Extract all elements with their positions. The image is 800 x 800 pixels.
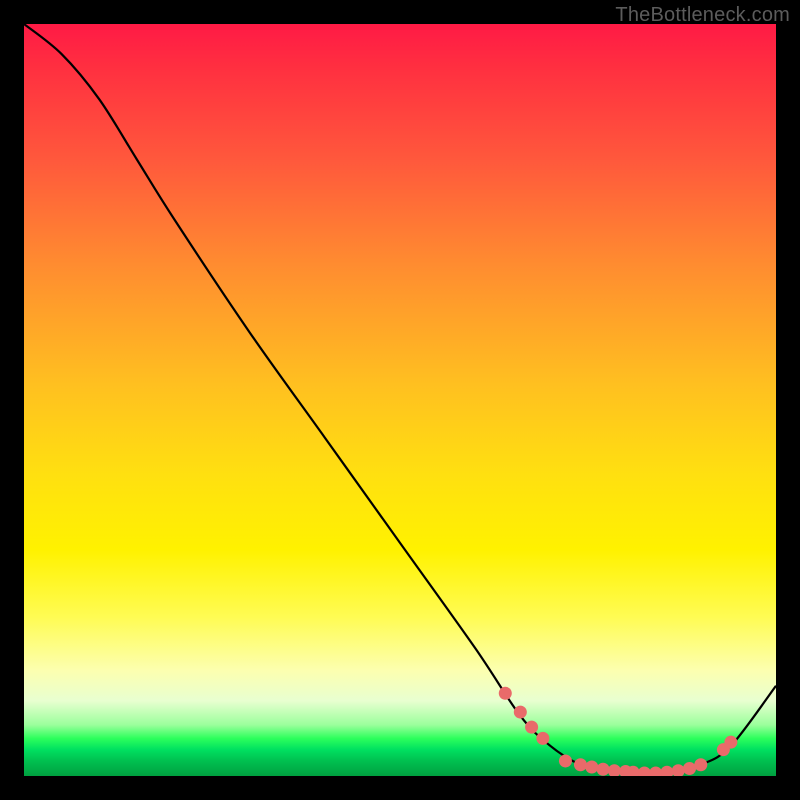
data-marker bbox=[514, 706, 527, 719]
data-marker bbox=[525, 721, 538, 734]
data-marker bbox=[627, 766, 640, 776]
data-marker bbox=[619, 765, 632, 776]
data-marker bbox=[660, 766, 673, 776]
data-marker bbox=[724, 736, 737, 749]
data-marker bbox=[536, 732, 549, 745]
data-marker bbox=[683, 762, 696, 775]
plot-area bbox=[24, 24, 776, 776]
data-marker bbox=[597, 763, 610, 776]
data-marker bbox=[672, 764, 685, 776]
data-marker bbox=[649, 766, 662, 776]
attribution-text: TheBottleneck.com bbox=[615, 4, 790, 27]
bottleneck-curve bbox=[24, 24, 776, 774]
data-marker bbox=[608, 764, 621, 776]
data-marker bbox=[638, 766, 651, 776]
data-marker bbox=[694, 758, 707, 771]
data-marker bbox=[717, 743, 730, 756]
curve-markers bbox=[499, 687, 738, 776]
chart-frame: TheBottleneck.com bbox=[0, 0, 800, 800]
data-marker bbox=[559, 754, 572, 767]
data-marker bbox=[499, 687, 512, 700]
data-marker bbox=[585, 760, 598, 773]
curve-layer bbox=[24, 24, 776, 776]
data-marker bbox=[574, 758, 587, 771]
